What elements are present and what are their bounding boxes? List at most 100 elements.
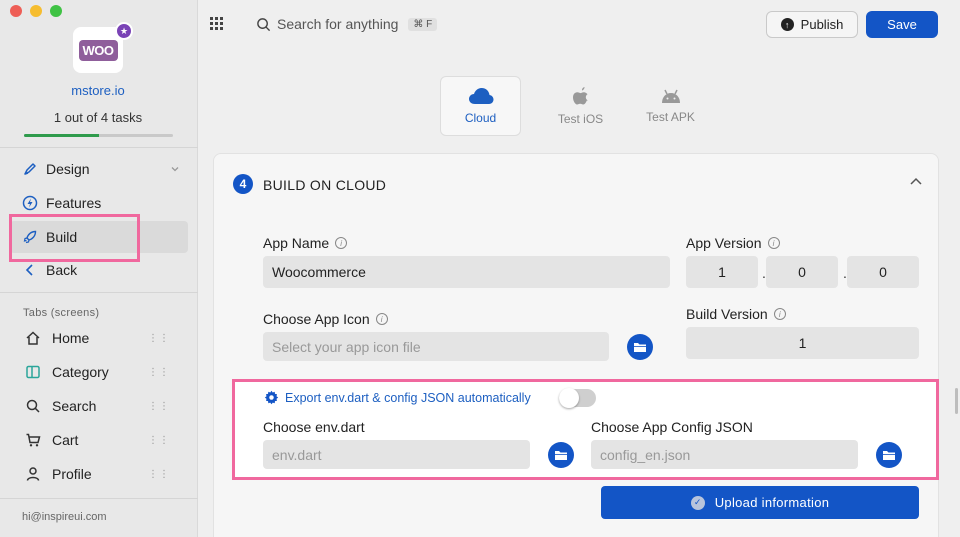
tab-item-label: Home <box>52 330 90 346</box>
tabs-section-label: Tabs (screens) <box>23 307 100 319</box>
tab-item-home[interactable]: Home ⋮⋮ <box>24 329 174 347</box>
build-highlight-frame <box>9 214 140 262</box>
search-shortcut-badge: ⌘ F <box>408 17 438 31</box>
apple-icon <box>572 87 588 105</box>
store-name-link[interactable]: mstore.io <box>0 83 196 98</box>
sidebar-divider <box>0 498 198 499</box>
lightning-icon <box>22 195 38 211</box>
close-window-button[interactable] <box>10 5 22 17</box>
env-dart-input[interactable]: env.dart <box>263 440 530 469</box>
app-config-json-label: Choose App Config JSON <box>591 419 753 435</box>
drag-handle-icon[interactable]: ⋮⋮ <box>148 367 170 378</box>
export-config-label: Export env.dart & config JSON automatica… <box>285 390 531 405</box>
tab-item-label: Category <box>52 364 109 380</box>
sidebar-item-design[interactable]: Design <box>22 161 182 177</box>
maximize-window-button[interactable] <box>50 5 62 17</box>
sidebar-item-label: Back <box>46 262 78 278</box>
app-name-label: App Name i <box>263 235 348 251</box>
sidebar-divider <box>0 147 198 148</box>
drag-handle-icon[interactable]: ⋮⋮ <box>148 469 170 480</box>
search-placeholder: Search for anything <box>277 16 399 32</box>
app-config-json-input[interactable]: config_en.json <box>591 440 858 469</box>
app-icon-input[interactable]: Select your app icon file <box>263 332 609 361</box>
app-version-label-text: App Version <box>686 235 762 251</box>
tasks-progress-fill <box>24 134 99 137</box>
window-controls <box>10 5 62 17</box>
version-patch-input[interactable]: 0 <box>847 256 919 288</box>
publish-label: Publish <box>800 17 844 32</box>
apps-grid-icon[interactable] <box>210 17 224 31</box>
sidebar-item-features[interactable]: Features <box>22 195 101 211</box>
tab-test-ios[interactable]: Test iOS <box>540 76 621 136</box>
folder-icon <box>555 451 567 460</box>
app-icon-label: Choose App Icon i <box>263 311 388 327</box>
tab-item-label: Profile <box>52 466 92 482</box>
tab-item-search[interactable]: Search ⋮⋮ <box>24 397 174 415</box>
cloud-icon <box>468 88 493 104</box>
tasks-progress-bar <box>24 134 173 137</box>
sidebar-item-label: Design <box>46 161 90 177</box>
drag-handle-icon[interactable]: ⋮⋮ <box>148 333 170 344</box>
tab-label: Test iOS <box>557 112 604 126</box>
upload-arrow-icon: ↑ <box>780 18 794 31</box>
folder-icon <box>634 343 646 352</box>
profile-icon <box>24 465 42 483</box>
tab-label: Test APK <box>646 110 695 124</box>
home-icon <box>24 329 42 347</box>
sidebar-item-label: Features <box>46 195 102 211</box>
app-version-label: App Version i <box>686 235 780 251</box>
app-name-input[interactable]: Woocommerce <box>263 256 670 288</box>
info-icon[interactable]: i <box>767 237 780 249</box>
search-icon <box>24 397 42 415</box>
choose-app-config-json-button[interactable] <box>876 442 902 468</box>
app-name-label-text: App Name <box>263 235 330 251</box>
build-version-label-text: Build Version <box>686 306 768 322</box>
save-button[interactable]: Save <box>866 11 938 38</box>
design-pen-icon <box>24 163 36 175</box>
choose-app-icon-button[interactable] <box>627 334 653 360</box>
tab-item-profile[interactable]: Profile ⋮⋮ <box>24 465 174 483</box>
premium-star-badge-icon: ★ <box>115 22 133 40</box>
export-config-toggle[interactable] <box>559 388 596 408</box>
minimize-window-button[interactable] <box>30 5 42 17</box>
version-minor-input[interactable]: 0 <box>766 256 838 288</box>
export-config-option[interactable]: Export env.dart & config JSON automatica… <box>264 390 531 405</box>
android-icon <box>661 89 680 103</box>
publish-button[interactable]: ↑ Publish <box>766 11 858 38</box>
upload-information-button[interactable]: ✓ Upload information <box>601 486 919 519</box>
toggle-knob <box>559 388 579 408</box>
sidebar: WOO ★ mstore.io 1 out of 4 tasks Design … <box>0 0 198 537</box>
support-email[interactable]: hi@inspireui.com <box>22 511 107 523</box>
step-number-badge: 4 <box>233 174 253 194</box>
check-circle-icon: ✓ <box>690 495 705 510</box>
chevron-down-icon <box>171 167 179 172</box>
tab-label: Cloud <box>464 111 497 125</box>
drag-handle-icon[interactable]: ⋮⋮ <box>148 435 170 446</box>
tab-test-apk[interactable]: Test APK <box>630 76 711 136</box>
info-icon[interactable]: i <box>375 313 388 325</box>
build-version-label: Build Version i <box>686 306 786 322</box>
woo-logo-text: WOO <box>78 39 118 61</box>
tab-item-cart[interactable]: Cart ⋮⋮ <box>24 431 174 449</box>
sidebar-divider <box>0 292 198 293</box>
chevron-up-icon[interactable] <box>909 176 923 186</box>
info-icon[interactable]: i <box>335 237 348 249</box>
global-search[interactable]: Search for anything ⌘ F <box>256 16 438 32</box>
info-icon[interactable]: i <box>773 308 786 320</box>
drag-handle-icon[interactable]: ⋮⋮ <box>148 401 170 412</box>
tab-cloud[interactable]: Cloud <box>440 76 521 136</box>
choose-env-dart-button[interactable] <box>548 442 574 468</box>
folder-icon <box>883 451 895 460</box>
tab-item-label: Cart <box>52 432 79 448</box>
build-version-input[interactable]: 1 <box>686 327 919 359</box>
sidebar-item-back[interactable]: Back <box>22 262 77 278</box>
gear-icon <box>264 390 279 405</box>
version-major-input[interactable]: 1 <box>686 256 758 288</box>
upload-label: Upload information <box>714 495 830 510</box>
card-title: BUILD ON CLOUD <box>263 177 387 193</box>
tab-item-label: Search <box>52 398 97 414</box>
tab-item-category[interactable]: Category ⋮⋮ <box>24 363 174 381</box>
page-scrollbar[interactable] <box>955 388 958 414</box>
tasks-progress-text[interactable]: 1 out of 4 tasks <box>0 110 196 125</box>
search-icon <box>257 17 271 31</box>
